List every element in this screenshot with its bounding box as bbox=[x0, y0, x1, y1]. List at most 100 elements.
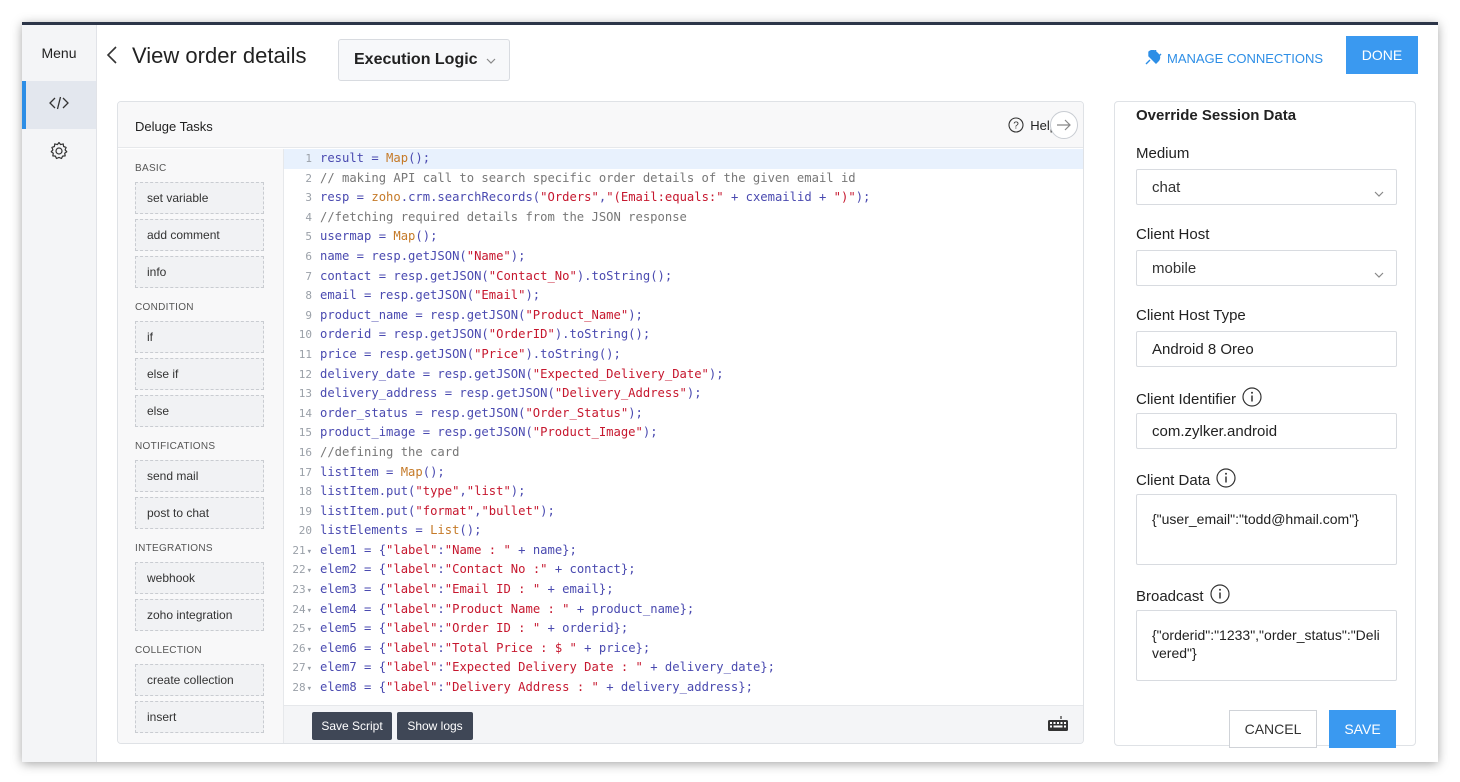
client-identifier-input[interactable]: com.zylker.android bbox=[1136, 413, 1397, 449]
panel-header: Deluge Tasks ? Help bbox=[118, 102, 1083, 148]
code-token: "Total Price : $ " bbox=[444, 640, 577, 655]
code-line[interactable]: 25▾ elem5 = {"label":"Order ID : " + orde… bbox=[284, 619, 1083, 639]
code-token: : bbox=[437, 640, 445, 655]
code-token: "Price" bbox=[474, 346, 526, 361]
code-line[interactable]: 5 usermap = Map(); bbox=[284, 227, 1083, 247]
code-line[interactable]: 22▾ elem2 = {"label":"Contact No :" + con… bbox=[284, 560, 1083, 580]
code-editor[interactable]: 1 result = Map(); 2// making API call to s… bbox=[284, 149, 1083, 705]
client-host-select[interactable]: mobile bbox=[1136, 250, 1397, 286]
svg-text:?: ? bbox=[1013, 121, 1019, 132]
code-line[interactable]: 6 name = resp.getJSON("Name"); bbox=[284, 247, 1083, 267]
cancel-button[interactable]: CANCEL bbox=[1229, 710, 1317, 748]
client-host-label: Client Host bbox=[1136, 226, 1210, 243]
info-icon[interactable] bbox=[1216, 468, 1236, 492]
client-host-type-input[interactable]: Android 8 Oreo bbox=[1136, 331, 1397, 367]
code-line[interactable]: 12 delivery_date = resp.getJSON("Expected… bbox=[284, 365, 1083, 385]
code-token: name = resp.getJSON( bbox=[320, 248, 467, 263]
code-token: elem2 = { bbox=[320, 562, 387, 577]
code-token: : bbox=[437, 680, 445, 695]
task-item[interactable]: insert bbox=[135, 701, 264, 733]
code-token: "label" bbox=[386, 680, 438, 695]
code-line[interactable]: 28▾ elem8 = {"label":"Delivery Address : … bbox=[284, 678, 1083, 698]
save-script-button[interactable]: Save Script bbox=[312, 712, 392, 740]
code-token: usermap = bbox=[320, 229, 394, 244]
line-number: 26▾ bbox=[292, 641, 312, 655]
code-line[interactable]: 16 //defining the card bbox=[284, 443, 1083, 463]
show-logs-button[interactable]: Show logs bbox=[397, 712, 473, 740]
code-token: listItem.put( bbox=[320, 484, 416, 499]
code-text: //defining the card bbox=[320, 445, 459, 459]
execution-logic-select[interactable]: Execution Logic bbox=[338, 39, 510, 81]
gear-icon bbox=[49, 141, 69, 165]
code-line[interactable]: 9 product_name = resp.getJSON("Product_Na… bbox=[284, 306, 1083, 326]
code-token: ).toString(); bbox=[576, 268, 673, 283]
code-line[interactable]: 23▾ elem3 = {"label":"Email ID : " + emai… bbox=[284, 580, 1083, 600]
code-line[interactable]: 20 listElements = List(); bbox=[284, 521, 1083, 541]
code-token: "Order ID : " bbox=[444, 621, 541, 636]
task-item[interactable]: add comment bbox=[135, 219, 264, 251]
code-token: (); bbox=[408, 151, 431, 165]
code-token: "label" bbox=[386, 621, 438, 636]
code-line[interactable]: 1 result = Map(); bbox=[284, 149, 1083, 169]
manage-connections-link[interactable]: MANAGE CONNECTIONS bbox=[1144, 50, 1323, 66]
line-number: 15 bbox=[298, 426, 312, 440]
broadcast-textarea[interactable]: {"orderid":"1233","order_status":"Delive… bbox=[1136, 610, 1397, 681]
code-line[interactable]: 24▾ elem4 = {"label":"Product Name : " + … bbox=[284, 600, 1083, 620]
task-item[interactable]: create collection bbox=[135, 664, 264, 696]
save-button[interactable]: SAVE bbox=[1329, 710, 1396, 748]
rail-item-settings[interactable] bbox=[22, 129, 96, 177]
code-line[interactable]: 18 listItem.put("type","list"); bbox=[284, 482, 1083, 502]
task-item[interactable]: set variable bbox=[135, 182, 264, 214]
code-token: "Contact No :" bbox=[444, 562, 548, 577]
rail-item-code[interactable] bbox=[22, 81, 96, 129]
code-line[interactable]: 21▾ elem1 = {"label":"Name : " + name}; bbox=[284, 541, 1083, 561]
code-line[interactable]: 17 listItem = Map(); bbox=[284, 463, 1083, 483]
task-item[interactable]: if bbox=[135, 321, 264, 353]
back-chevron-icon[interactable] bbox=[106, 45, 118, 70]
task-item[interactable]: webhook bbox=[135, 562, 264, 594]
task-item[interactable]: else if bbox=[135, 358, 264, 390]
client-data-textarea[interactable]: {"user_email":"todd@hmail.com"} bbox=[1136, 494, 1397, 565]
info-icon[interactable] bbox=[1242, 387, 1262, 411]
chevron-down-icon bbox=[1374, 184, 1384, 201]
code-line[interactable]: 27▾ elem7 = {"label":"Expected Delivery D… bbox=[284, 658, 1083, 678]
medium-select[interactable]: chat bbox=[1136, 169, 1397, 205]
page-title: View order details bbox=[132, 43, 307, 68]
line-number: 18 bbox=[298, 485, 312, 499]
code-icon bbox=[49, 96, 69, 114]
code-token: "label" bbox=[386, 582, 438, 597]
code-line[interactable]: 8 email = resp.getJSON("Email"); bbox=[284, 286, 1083, 306]
code-line[interactable]: 11 price = resp.getJSON("Price").toString… bbox=[284, 345, 1083, 365]
code-line[interactable]: 3 resp = zoho.crm.searchRecords("Orders",… bbox=[284, 188, 1083, 208]
code-line[interactable]: 10 orderid = resp.getJSON("OrderID").toSt… bbox=[284, 325, 1083, 345]
task-category: BASIC bbox=[135, 163, 167, 174]
code-token: Map bbox=[400, 464, 423, 479]
code-line[interactable]: 14 order_status = resp.getJSON("Order_Sta… bbox=[284, 404, 1083, 424]
code-token: ); bbox=[540, 503, 555, 518]
code-token: (); bbox=[415, 229, 438, 244]
task-item[interactable]: else bbox=[135, 395, 264, 427]
code-line[interactable]: 2 // making API call to search specific o… bbox=[284, 169, 1083, 189]
code-token: : bbox=[437, 542, 445, 557]
code-line[interactable]: 19 listItem.put("format","bullet"); bbox=[284, 502, 1083, 522]
code-line[interactable]: 7 contact = resp.getJSON("Contact_No").to… bbox=[284, 267, 1083, 287]
line-number: 12 bbox=[298, 367, 312, 381]
code-token: product_name = resp.getJSON( bbox=[320, 307, 526, 322]
task-item[interactable]: send mail bbox=[135, 460, 264, 492]
task-item[interactable]: info bbox=[135, 256, 264, 288]
task-item[interactable]: zoho integration bbox=[135, 599, 264, 631]
code-text: listElements = List(); bbox=[320, 523, 481, 537]
task-item[interactable]: post to chat bbox=[135, 497, 264, 529]
done-button[interactable]: DONE bbox=[1346, 36, 1418, 74]
menu-label[interactable]: Menu bbox=[22, 25, 96, 81]
keyboard-icon[interactable] bbox=[1047, 716, 1069, 737]
info-icon[interactable] bbox=[1209, 584, 1230, 608]
code-line[interactable]: 15 product_image = resp.getJSON("Product_… bbox=[284, 423, 1083, 443]
code-token: "Orders" bbox=[540, 190, 599, 205]
code-line[interactable]: 26▾ elem6 = {"label":"Total Price : $ " +… bbox=[284, 639, 1083, 659]
code-line[interactable]: 13 delivery_address = resp.getJSON("Deliv… bbox=[284, 384, 1083, 404]
collapse-arrow-button[interactable] bbox=[1050, 111, 1078, 139]
code-line[interactable]: 4 //fetching required details from the JS… bbox=[284, 208, 1083, 228]
code-token: contact = resp.getJSON( bbox=[320, 268, 489, 283]
code-token: //fetching required details from the JSO… bbox=[320, 209, 687, 224]
